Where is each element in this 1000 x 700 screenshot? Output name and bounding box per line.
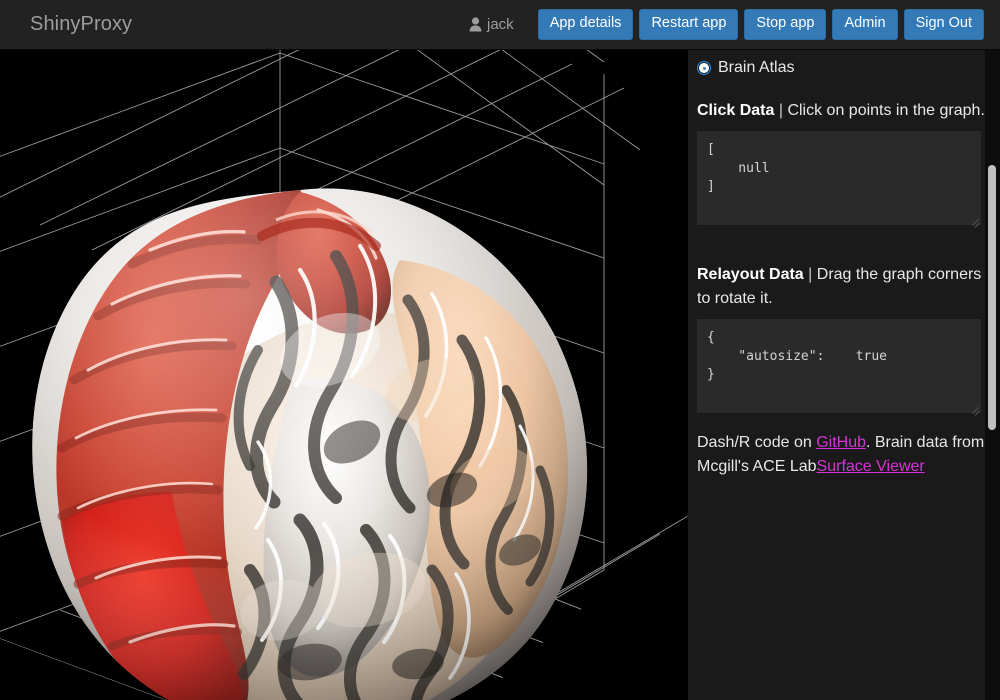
relayout-data-output-wrap [697,319,981,416]
click-data-heading-line: Click Data | Click on points in the grap… [697,99,989,123]
radio-selected-icon[interactable] [697,61,711,75]
panel-spacer [697,225,989,263]
navbar: ShinyProxy jack App details Restart app … [0,0,1000,50]
admin-button[interactable]: Admin [832,9,898,40]
attribution-text: Dash/R code on GitHub. Brain data from M… [697,431,989,479]
radio-label-brain-atlas: Brain Atlas [718,59,795,76]
click-data-description: Click on points in the graph. [787,102,985,119]
relayout-data-heading-line: Relayout Data | Drag the graph corners t… [697,263,989,311]
relayout-data-output[interactable] [697,319,981,413]
github-link[interactable]: GitHub [816,434,866,451]
relayout-data-separator: | [808,266,813,283]
controls-panel: Brain Atlas Click Data | Click on points… [688,50,1000,700]
brand-title[interactable]: ShinyProxy [0,13,147,36]
radio-option-brain-atlas[interactable]: Brain Atlas [697,59,989,77]
click-data-heading: Click Data [697,102,775,119]
relayout-data-heading: Relayout Data [697,266,804,283]
surface-viewer-link[interactable]: Surface Viewer [817,458,925,475]
page-body: -50 Brain Atlas Click Data | Click on po… [0,50,1000,700]
user-name: jack [487,16,514,33]
app-details-button[interactable]: App details [537,9,634,40]
sign-out-button[interactable]: Sign Out [903,9,984,40]
attribution-prefix: Dash/R code on [697,434,817,451]
click-data-output[interactable] [697,131,981,225]
panel-spacer-2 [697,413,989,431]
navbar-right-group: jack App details Restart app Stop app Ad… [469,9,1000,40]
click-data-output-wrap [697,131,981,228]
stop-app-button[interactable]: Stop app [744,9,827,40]
page-scrollbar-track[interactable] [985,50,1000,700]
page-scrollbar-thumb[interactable] [988,165,996,430]
click-data-separator: | [778,102,783,119]
restart-app-button[interactable]: Restart app [639,9,739,40]
user-icon [469,17,482,32]
brain-surface-plot[interactable]: -50 [0,50,688,700]
user-menu[interactable]: jack [469,16,514,33]
